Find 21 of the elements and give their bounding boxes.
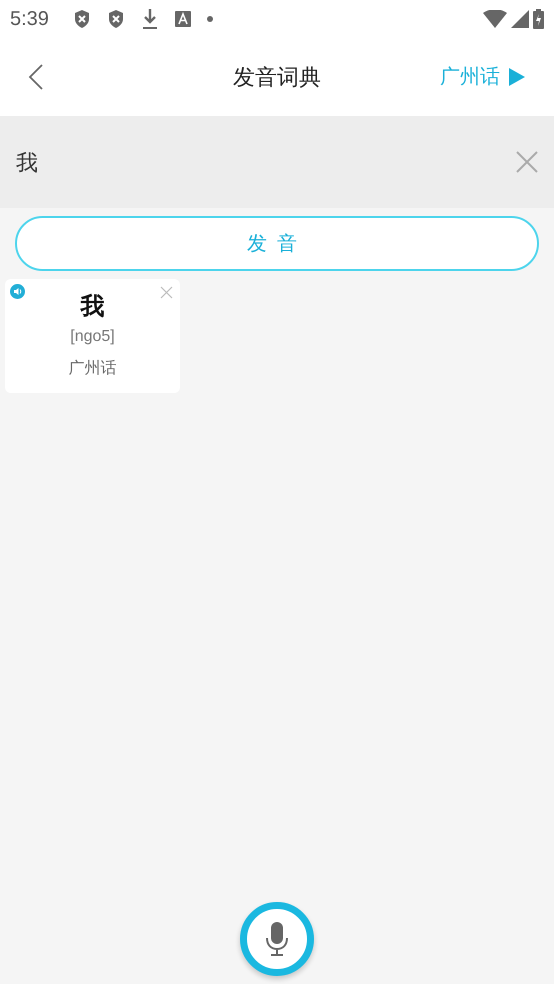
language-label: 广州话 [68,358,118,379]
result-card[interactable]: 我 [ngo5] 广州话 [5,279,180,393]
font-icon [174,11,191,27]
signal-icon [511,10,529,28]
wifi-icon [483,10,507,28]
download-icon [140,8,159,30]
play-icon [508,67,526,87]
back-button[interactable] [28,64,44,90]
shield-icon [106,9,125,29]
speaker-icon [10,284,25,299]
dot-icon [206,16,213,22]
search-field[interactable]: 我 [16,146,516,178]
search-bar[interactable]: 我 [0,116,554,208]
battery-icon [533,9,544,29]
shield-icon [72,9,91,29]
microphone-icon [265,921,289,957]
romanization-text: [ngo5] [69,327,116,347]
page-title: 发音词典 [233,64,321,92]
status-time: 5:39 [10,7,49,32]
character-text: 我 [80,292,104,322]
microphone-button[interactable] [240,902,314,976]
